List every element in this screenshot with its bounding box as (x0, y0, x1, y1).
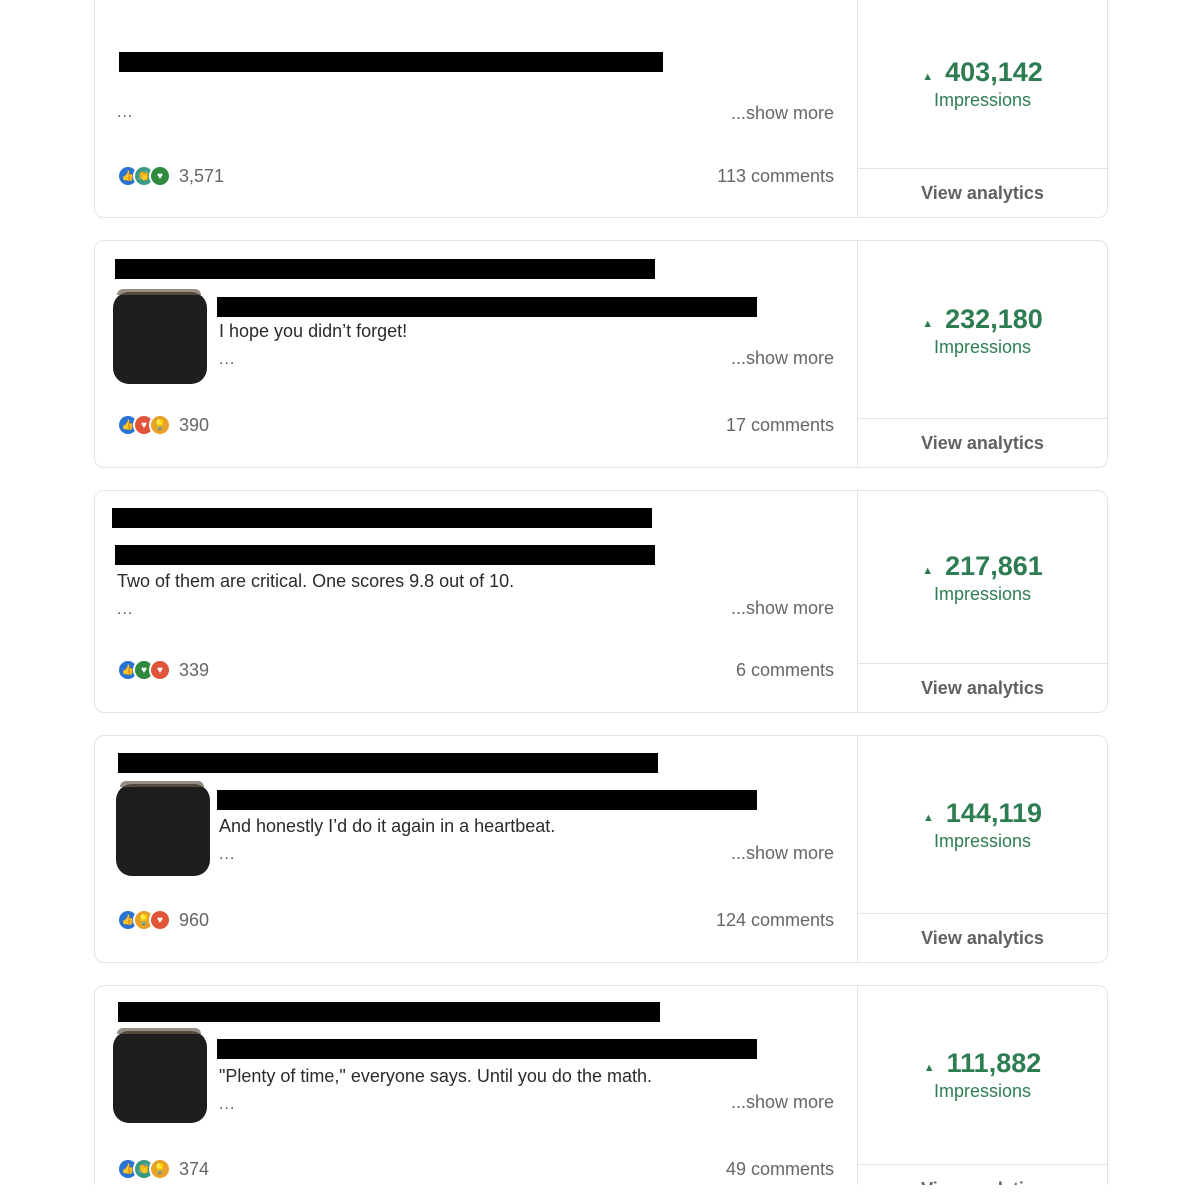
reaction-summary[interactable]: 👍 💡 ♥ 960 (117, 909, 209, 931)
redacted-text (115, 259, 655, 279)
impressions-stat: ▲ 111,882 Impressions (858, 1048, 1107, 1102)
trend-up-icon: ▲ (922, 564, 934, 577)
reaction-count: 390 (179, 414, 210, 435)
impressions-stat: ▲ 403,142 Impressions (858, 57, 1107, 111)
post-card[interactable]: ... ...show more 👍 👏 ♥ 3,571 113 comment… (94, 0, 1108, 218)
post-content[interactable]: ... ...show more 👍 👏 ♥ 3,571 113 comment… (95, 0, 857, 217)
redacted-text (115, 545, 655, 565)
impressions-stat: ▲ 217,861 Impressions (858, 551, 1107, 605)
post-content[interactable]: And honestly I’d do it again in a heartb… (95, 736, 857, 962)
post-content[interactable]: I hope you didn’t forget! ... ...show mo… (95, 241, 857, 467)
show-more-link[interactable]: ...show more (731, 103, 834, 124)
reaction-summary[interactable]: 👍 ♥ ♥ 339 (117, 659, 209, 681)
show-more-link[interactable]: ...show more (731, 598, 834, 619)
impressions-value: 144,119 (945, 798, 1042, 828)
comments-count[interactable]: 113 comments (717, 166, 834, 187)
post-stats: ▲ 403,142 Impressions View analytics (857, 0, 1107, 217)
redacted-text (217, 790, 757, 810)
post-snippet: Two of them are critical. One scores 9.8… (117, 571, 515, 591)
post-thumbnail[interactable] (113, 289, 207, 384)
view-analytics-button[interactable]: View analytics (858, 168, 1107, 217)
post-snippet: And honestly I’d do it again in a heartb… (219, 816, 556, 836)
post-card[interactable]: "Plenty of time," everyone says. Until y… (94, 985, 1108, 1185)
view-analytics-button[interactable]: View analytics (858, 913, 1107, 962)
trend-up-icon: ▲ (923, 1061, 935, 1074)
reaction-summary[interactable]: 👍 👏 💡 374 (117, 1158, 209, 1180)
impressions-label: Impressions (933, 584, 1032, 604)
impressions-value: 403,142 (945, 57, 1043, 87)
post-card[interactable]: Two of them are critical. One scores 9.8… (94, 490, 1108, 713)
trend-up-icon: ▲ (922, 317, 934, 330)
impressions-stat: ▲ 144,119 Impressions (858, 798, 1107, 852)
impressions-value: 232,180 (945, 304, 1043, 334)
trend-up-icon: ▲ (922, 70, 934, 83)
redacted-text (119, 52, 663, 72)
insight-icon: 💡 (149, 414, 171, 436)
reaction-count: 339 (179, 659, 210, 680)
comments-count[interactable]: 17 comments (726, 415, 834, 436)
redacted-text (112, 508, 652, 528)
reaction-summary[interactable]: 👍 ♥ 💡 390 (117, 414, 209, 436)
show-more-link[interactable]: ...show more (731, 348, 834, 369)
reaction-count: 3,571 (179, 165, 225, 186)
comments-count[interactable]: 124 comments (716, 910, 834, 931)
love-icon: ♥ (149, 909, 171, 931)
post-content[interactable]: "Plenty of time," everyone says. Until y… (95, 986, 857, 1185)
impressions-value: 111,882 (946, 1048, 1042, 1078)
post-thumbnail[interactable] (116, 781, 210, 876)
post-thumbnail[interactable] (113, 1028, 207, 1123)
redacted-text (118, 753, 658, 773)
reaction-count: 374 (179, 1158, 210, 1179)
view-analytics-button[interactable]: View analytics (858, 1164, 1107, 1185)
post-stats: ▲ 111,882 Impressions View analytics (857, 986, 1107, 1185)
impressions-value: 217,861 (945, 551, 1043, 581)
view-analytics-button[interactable]: View analytics (858, 663, 1107, 712)
post-ellipsis: ... (117, 104, 134, 121)
post-snippet: I hope you didn’t forget! (219, 321, 408, 341)
post-snippet: "Plenty of time," everyone says. Until y… (219, 1066, 652, 1086)
love-icon: ♥ (149, 659, 171, 681)
post-stats: ▲ 144,119 Impressions View analytics (857, 736, 1107, 962)
post-content[interactable]: Two of them are critical. One scores 9.8… (95, 491, 857, 712)
redacted-text (118, 1002, 660, 1022)
comments-count[interactable]: 6 comments (736, 660, 834, 681)
trend-up-icon: ▲ (923, 811, 934, 824)
show-more-link[interactable]: ...show more (731, 843, 834, 864)
view-analytics-button[interactable]: View analytics (858, 418, 1107, 467)
post-ellipsis: ... (219, 846, 236, 863)
post-card[interactable]: I hope you didn’t forget! ... ...show mo… (94, 240, 1108, 468)
impressions-label: Impressions (933, 337, 1032, 357)
show-more-link[interactable]: ...show more (731, 1092, 834, 1113)
comments-count[interactable]: 49 comments (726, 1159, 834, 1180)
impressions-stat: ▲ 232,180 Impressions (858, 304, 1107, 358)
impressions-label: Impressions (933, 90, 1032, 110)
post-ellipsis: ... (219, 1096, 236, 1113)
impressions-label: Impressions (933, 831, 1032, 851)
post-card[interactable]: And honestly I’d do it again in a heartb… (94, 735, 1108, 963)
reaction-count: 960 (179, 909, 210, 930)
impressions-label: Impressions (933, 1081, 1032, 1101)
post-ellipsis: ... (117, 601, 134, 618)
post-analytics-feed: ... ...show more 👍 👏 ♥ 3,571 113 comment… (0, 0, 1200, 1185)
reaction-summary[interactable]: 👍 👏 ♥ 3,571 (117, 165, 224, 187)
redacted-text (217, 297, 757, 317)
post-ellipsis: ... (219, 351, 236, 368)
redacted-text (217, 1039, 757, 1059)
insight-icon: 💡 (149, 1158, 171, 1180)
post-stats: ▲ 232,180 Impressions View analytics (857, 241, 1107, 467)
post-stats: ▲ 217,861 Impressions View analytics (857, 491, 1107, 712)
support-icon: ♥ (149, 165, 171, 187)
